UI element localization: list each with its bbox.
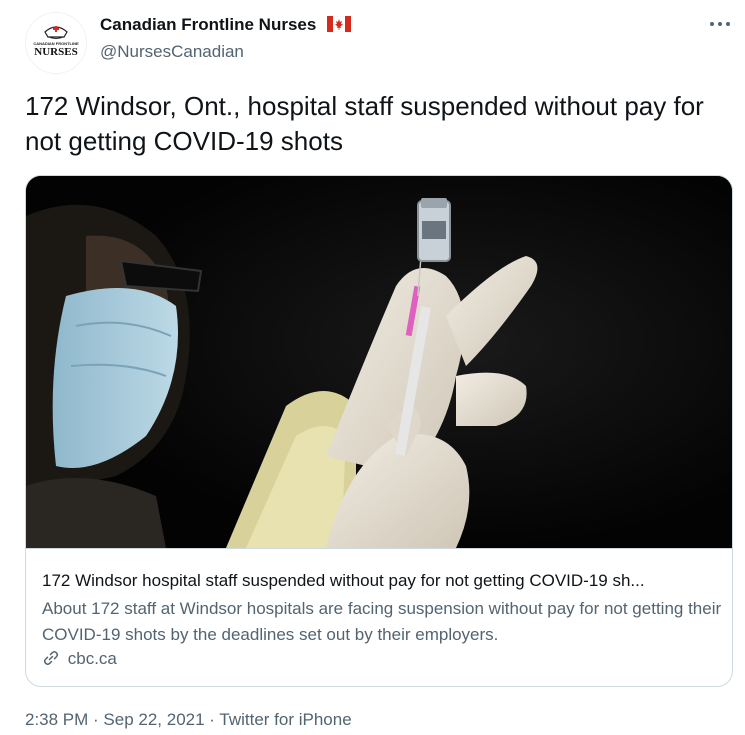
card-divider [26,548,732,549]
link-icon [43,651,59,665]
card-title: 172 Windsor hospital staff suspended wit… [42,571,645,590]
avatar-caption: CANADIAN FRONTLINE NURSES [26,41,86,58]
avatar-caption-main: NURSES [34,46,78,58]
card-description: About 172 staff at Windsor hospitals are… [42,599,722,644]
author-name-text: Canadian Frontline Nurses [100,15,317,34]
meta-separator-2: · [204,710,220,729]
card-domain: cbc.ca [42,649,117,669]
avatar[interactable]: CANADIAN FRONTLINE NURSES [25,12,87,74]
link-preview-card[interactable]: 172 Windsor hospital staff suspended wit… [25,175,733,687]
tweet-date[interactable]: Sep 22, 2021 [103,710,204,729]
author-name[interactable]: Canadian Frontline Nurses [100,15,352,35]
author-handle[interactable]: @NursesCanadian [100,42,244,62]
tweet-time[interactable]: 2:38 PM [25,710,88,729]
canada-flag-icon [327,16,352,32]
meta-separator-1: · [88,710,104,729]
card-domain-text: cbc.ca [67,649,117,668]
tweet-text: 172 Windsor, Ont., hospital staff suspen… [25,91,704,156]
tweet-source[interactable]: Twitter for iPhone [219,710,351,729]
nurse-vaccine-syringe-photo [26,176,732,548]
more-options-icon[interactable] [706,12,734,36]
tweet-timestamp: 2:38 PM · Sep 22, 2021 · Twitter for iPh… [25,710,352,730]
